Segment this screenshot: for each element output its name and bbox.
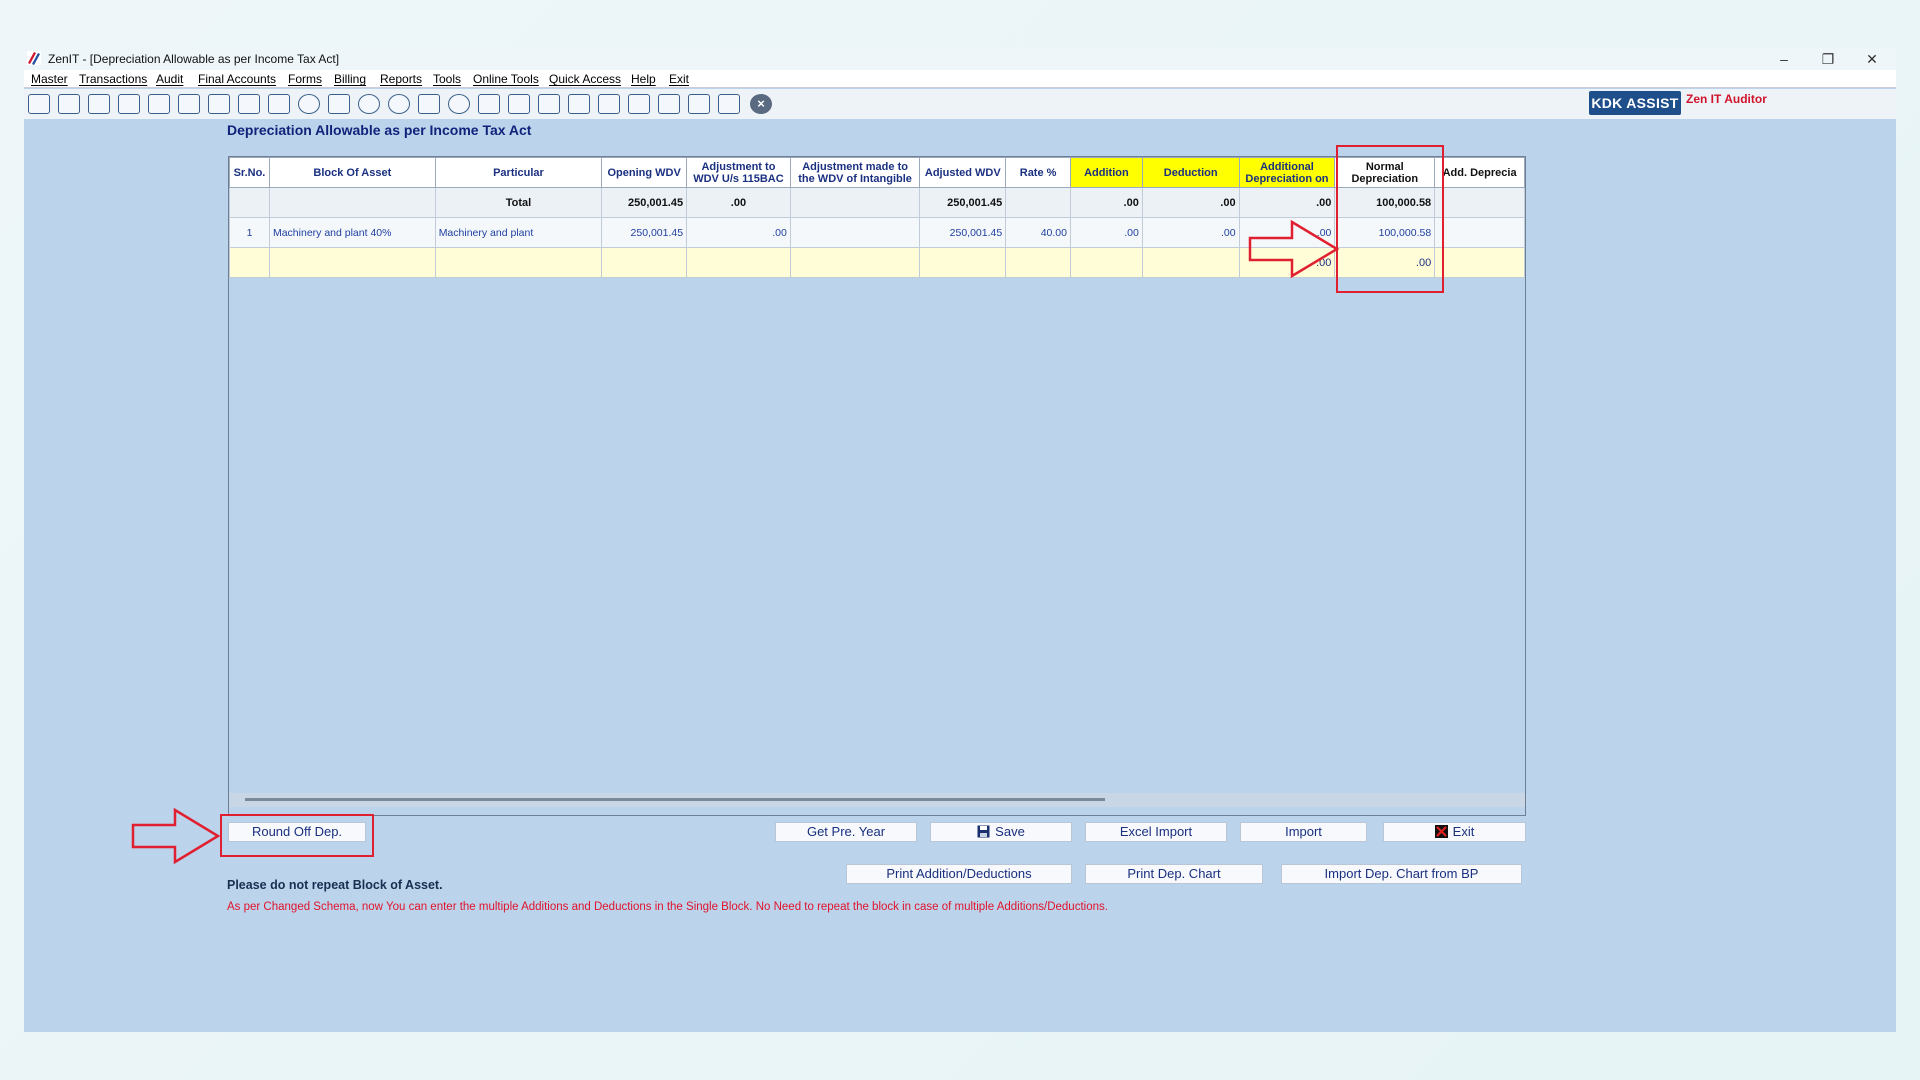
layout-icon[interactable] xyxy=(718,94,740,114)
close-window-button[interactable]: ✕ xyxy=(1852,48,1892,70)
tax-icon[interactable] xyxy=(268,94,290,114)
pie-chart-icon[interactable] xyxy=(358,94,380,114)
menu-online-tools[interactable]: Online Tools xyxy=(473,72,539,86)
import-dep-chart-bp-button[interactable]: Import Dep. Chart from BP xyxy=(1281,864,1522,884)
cell-adjusted-wdv[interactable]: 250,001.45 xyxy=(919,217,1007,248)
col-rate[interactable]: Rate % xyxy=(1005,157,1071,188)
normal-dep-highlight-box xyxy=(1336,145,1444,293)
page-title: Depreciation Allowable as per Income Tax… xyxy=(227,122,532,138)
filter-icon[interactable] xyxy=(238,94,260,114)
menu-billing[interactable]: Billing xyxy=(334,72,366,86)
info-text: As per Changed Schema, now You can enter… xyxy=(227,901,1108,913)
zenit-logo-icon xyxy=(27,51,41,65)
menu-tools[interactable]: Tools xyxy=(433,72,461,86)
col-addition[interactable]: Addition xyxy=(1069,157,1143,188)
menu-reports[interactable]: Reports xyxy=(380,72,422,86)
save-button[interactable]: Save xyxy=(930,822,1072,842)
table-header-row: Sr.No. Block Of Asset Particular Opening… xyxy=(229,157,1525,188)
col-additional-dep[interactable]: Additional Depreciation on xyxy=(1238,157,1336,188)
cell-adj-115bac[interactable]: .00 xyxy=(686,217,791,248)
payment-icon[interactable] xyxy=(388,94,410,114)
cell-rate[interactable]: 40.00 xyxy=(1005,217,1071,248)
menu-help[interactable]: Help xyxy=(631,72,656,86)
eye-icon[interactable] xyxy=(298,94,320,114)
col-particular[interactable]: Particular xyxy=(434,157,603,188)
save-label: Save xyxy=(995,824,1025,839)
total-adjusted-wdv: 250,001.45 xyxy=(919,187,1007,218)
info-icon[interactable] xyxy=(448,94,470,114)
col-adj-intangible[interactable]: Adjustment made to the WDV of Intangible xyxy=(789,157,921,188)
menu-final-accounts[interactable]: Final Accounts xyxy=(198,72,276,86)
print-addition-deductions-button[interactable]: Print Addition/Deductions xyxy=(846,864,1072,884)
minimize-button[interactable]: – xyxy=(1764,48,1804,70)
tag-icon[interactable] xyxy=(208,94,230,114)
calculator-icon[interactable] xyxy=(328,94,350,114)
cell-particular[interactable]: Machinery and plant xyxy=(434,217,603,248)
total-row: Total 250,001.45 .00 250,001.45 .00 .00 … xyxy=(229,187,1525,218)
person-doc-icon[interactable] xyxy=(508,94,530,114)
cell-addition[interactable]: .00 xyxy=(1069,217,1143,248)
floppy-disk-icon xyxy=(977,825,990,838)
restore-button[interactable]: ❐ xyxy=(1808,48,1848,70)
exit-x-icon xyxy=(1434,825,1448,838)
print-dep-chart-button[interactable]: Print Dep. Chart xyxy=(1085,864,1263,884)
col-deduction[interactable]: Deduction xyxy=(1141,157,1240,188)
app-window: ZenIT - [Depreciation Allowable as per I… xyxy=(24,48,1896,1032)
total-label: Total xyxy=(434,187,603,218)
menu-transactions[interactable]: Transactions xyxy=(79,72,147,86)
zen-it-auditor-label: Zen IT Auditor xyxy=(1686,92,1767,106)
menu-exit[interactable]: Exit xyxy=(669,72,689,86)
round-off-highlight-box xyxy=(220,814,374,857)
annotation-arrow-icon xyxy=(1248,219,1340,279)
cell-adj-intangible[interactable] xyxy=(789,217,921,248)
title-bar: ZenIT - [Depreciation Allowable as per I… xyxy=(24,48,1896,70)
total-deduction: .00 xyxy=(1141,187,1240,218)
annotation-arrow-icon xyxy=(131,807,221,865)
total-adj-115bac: .00 xyxy=(686,187,791,218)
users-icon[interactable] xyxy=(178,94,200,114)
menu-quick-access[interactable]: Quick Access xyxy=(549,72,621,86)
total-opening-wdv: 250,001.45 xyxy=(601,187,688,218)
excel-import-button[interactable]: Excel Import xyxy=(1085,822,1227,842)
menu-bar: Master Transactions Audit Final Accounts… xyxy=(24,70,1896,88)
cell-sr[interactable]: 1 xyxy=(229,217,270,248)
cell-deduction[interactable]: .00 xyxy=(1141,217,1240,248)
menu-forms[interactable]: Forms xyxy=(288,72,322,86)
bar-chart-icon[interactable] xyxy=(118,94,140,114)
gift-icon[interactable] xyxy=(148,94,170,114)
total-additional-dep: .00 xyxy=(1238,187,1336,218)
horizontal-scrollbar-thumb[interactable] xyxy=(245,798,1105,801)
col-sr-no[interactable]: Sr.No. xyxy=(229,157,270,188)
exit-label: Exit xyxy=(1452,824,1475,839)
col-add-dep[interactable]: Add. Deprecia xyxy=(1434,157,1525,188)
close-circle-icon[interactable]: × xyxy=(750,94,772,114)
menu-master[interactable]: Master xyxy=(31,72,68,86)
window-title: ZenIT - [Depreciation Allowable as per I… xyxy=(48,52,340,66)
warning-text: Please do not repeat Block of Asset. xyxy=(227,878,443,892)
cell-opening-wdv[interactable]: 250,001.45 xyxy=(601,217,688,248)
copy-icon[interactable] xyxy=(598,94,620,114)
col-adj-115bac[interactable]: Adjustment to WDV U/s 115BAC xyxy=(686,157,791,188)
col-adjusted-wdv[interactable]: Adjusted WDV xyxy=(919,157,1007,188)
calendar-icon[interactable] xyxy=(538,94,560,114)
import-button[interactable]: Import xyxy=(1240,822,1367,842)
home-icon[interactable] xyxy=(58,94,80,114)
bs-icon[interactable] xyxy=(628,94,650,114)
menu-audit[interactable]: Audit xyxy=(156,72,183,86)
kdk-assist-button[interactable]: KDK ASSIST xyxy=(1589,91,1681,115)
import-icon[interactable] xyxy=(28,94,50,114)
col-opening-wdv[interactable]: Opening WDV xyxy=(601,157,688,188)
database-icon[interactable] xyxy=(658,94,680,114)
report-icon[interactable] xyxy=(478,94,500,114)
get-pre-year-button[interactable]: Get Pre. Year xyxy=(775,822,917,842)
refresh-icon[interactable] xyxy=(568,94,590,114)
cell-add-dep[interactable] xyxy=(1434,217,1525,248)
total-addition: .00 xyxy=(1069,187,1143,218)
tcd-icon[interactable] xyxy=(688,94,710,114)
building-icon[interactable] xyxy=(88,94,110,114)
exit-button[interactable]: Exit xyxy=(1383,822,1526,842)
book-icon[interactable] xyxy=(418,94,440,114)
cell-block[interactable]: Machinery and plant 40% xyxy=(268,217,436,248)
col-block-of-asset[interactable]: Block Of Asset xyxy=(268,157,436,188)
